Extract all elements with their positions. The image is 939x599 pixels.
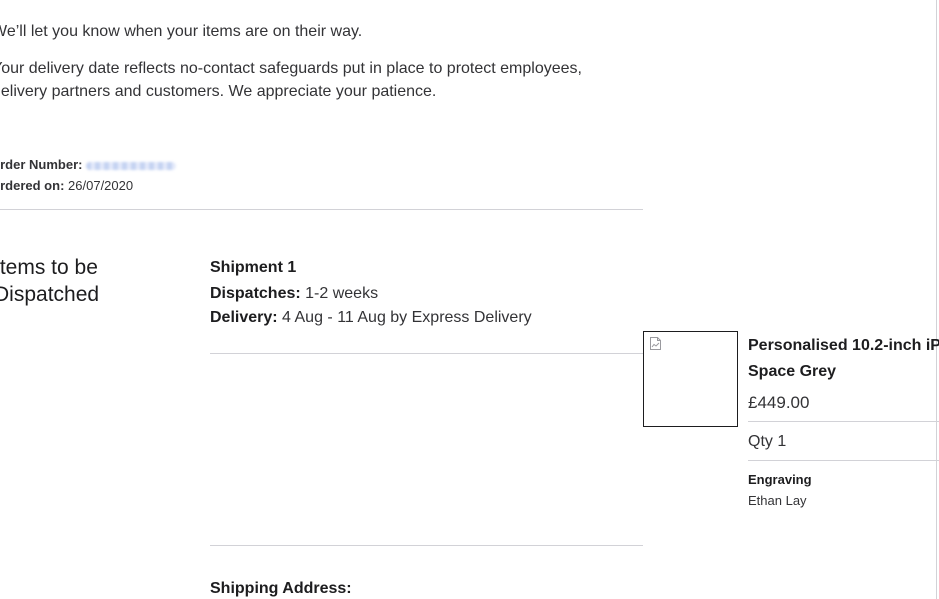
ordered-on-value: 26/07/2020 [68,178,134,193]
delivery-value: 4 Aug - 11 Aug by Express Delivery [282,309,532,326]
dispatches-value: 1-2 weeks [305,285,379,302]
product-name[interactable]: Personalised 10.2-inch iPad Space Grey [748,333,939,385]
engraving-info: Engraving Ethan Lay [748,469,812,511]
order-number-row: Order Number: [0,154,177,175]
shipping-address-heading: Shipping Address: [210,580,352,597]
product-price: £449.00 [748,393,810,412]
items-to-be-dispatched-heading: Items to be Dispatched [0,256,100,306]
order-number-label: Order Number: [0,157,83,172]
delivery-label: Delivery: [210,309,278,326]
order-number-redacted [86,161,177,170]
divider [210,545,643,546]
divider [210,353,643,354]
engraving-value: Ethan Lay [748,493,807,508]
divider [748,460,939,461]
product-image[interactable] [643,331,738,427]
product-quantity: Qty 1 [748,433,787,450]
divider [0,209,643,210]
ordered-on-row: Ordered on: 26/07/2020 [0,175,176,196]
product-info: Personalised 10.2-inch iPad Space Grey £… [748,333,939,415]
intro-text: We’ll let you know when your items are o… [0,20,632,103]
delivery-row: Delivery: 4 Aug - 11 Aug by Express Deli… [210,306,532,330]
intro-line-notify: We’ll let you know when your items are o… [0,23,363,40]
product-name-line: Personalised 10.2-inch iPad [748,337,939,354]
dispatches-label: Dispatches: [210,285,301,302]
dispatches-row: Dispatches: 1-2 weeks [210,282,532,306]
engraving-label: Engraving [748,472,812,487]
ordered-on-label: Ordered on: [0,178,65,193]
divider [748,421,939,422]
intro-line-delivery-note: Your delivery date reflects no-contact s… [0,60,582,100]
page-edge-divider [936,0,937,599]
product-color-line: Space Grey [748,363,837,380]
order-confirmation-page: We’ll let you know when your items are o… [0,0,939,599]
shipment-details: Shipment 1 Dispatches: 1-2 weeks Deliver… [210,256,532,330]
shipment-title: Shipment 1 [210,259,297,276]
broken-image-icon [650,337,661,350]
order-meta: Order Number: Ordered on: 26/07/2020 [0,154,177,196]
